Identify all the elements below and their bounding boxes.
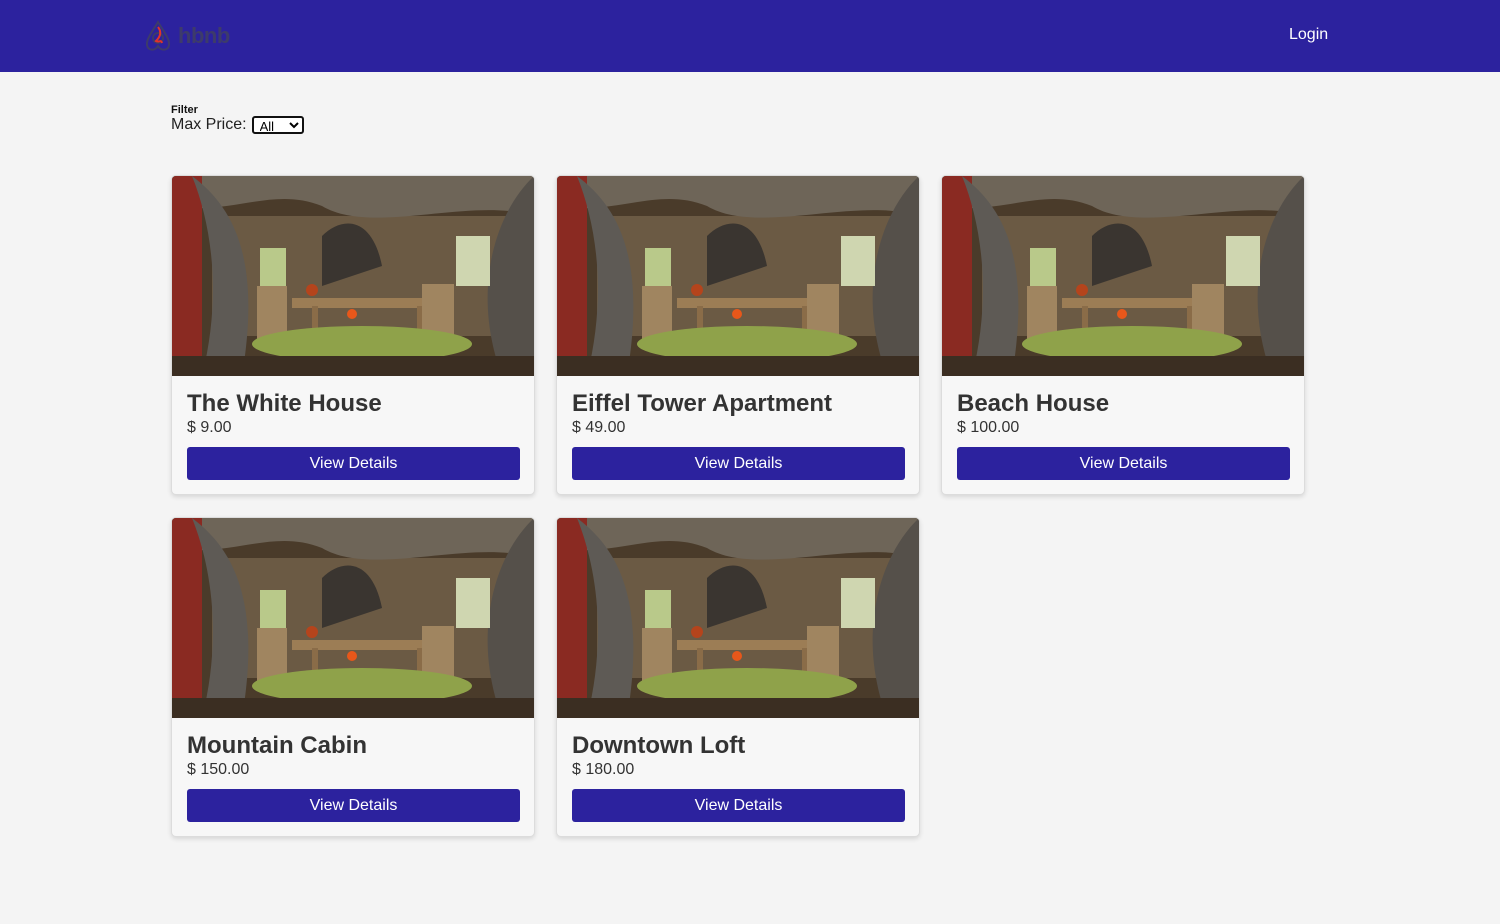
place-name: Mountain Cabin (187, 732, 367, 759)
max-price-filter: Max Price: All (171, 116, 304, 134)
place-price: $ 150.00 (187, 761, 250, 778)
logo-text: hbnb (178, 23, 230, 48)
place-card: Mountain Cabin $ 150.00 View Details (171, 517, 535, 837)
place-image (172, 176, 534, 376)
login-link[interactable]: Login (1289, 26, 1328, 44)
place-name: The White House (187, 390, 382, 417)
max-price-label: Max Price: (171, 116, 247, 133)
place-card: The White House $ 9.00 View Details (171, 175, 535, 495)
place-price: $ 49.00 (572, 419, 626, 436)
place-name: Beach House (957, 390, 1110, 417)
view-details-button[interactable]: View Details (187, 447, 520, 480)
filter-section: Filter Max Price: All (171, 104, 304, 134)
view-details-button[interactable]: View Details (572, 447, 905, 480)
place-image (557, 176, 919, 376)
max-price-select[interactable]: All (251, 116, 304, 134)
top-navbar: hbnb Login (0, 0, 1500, 72)
place-image (942, 176, 1304, 376)
place-card: Beach House $ 100.00 View Details (941, 175, 1305, 495)
place-image (557, 518, 919, 718)
filter-title: Filter (171, 104, 198, 116)
place-name: Eiffel Tower Apartment (572, 390, 833, 417)
view-details-button[interactable]: View Details (187, 789, 520, 822)
place-price: $ 100.00 (957, 419, 1020, 436)
view-details-button[interactable]: View Details (572, 789, 905, 822)
place-image (172, 518, 534, 718)
view-details-button[interactable]: View Details (957, 447, 1290, 480)
place-price: $ 180.00 (572, 761, 635, 778)
logo[interactable]: hbnb (142, 19, 230, 53)
hbnb-logo-icon (145, 19, 171, 51)
place-card: Downtown Loft $ 180.00 View Details (556, 517, 920, 837)
place-card: Eiffel Tower Apartment $ 49.00 View Deta… (556, 175, 920, 495)
place-price: $ 9.00 (187, 419, 232, 436)
place-name: Downtown Loft (572, 732, 746, 759)
